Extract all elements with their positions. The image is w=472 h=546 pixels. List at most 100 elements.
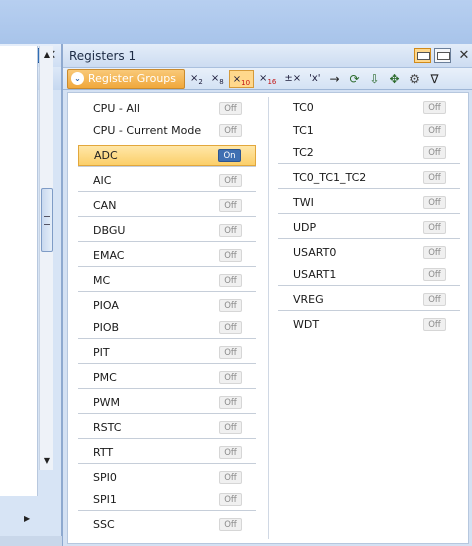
register-group-row[interactable]: EMAC Off <box>78 245 256 266</box>
register-group-row[interactable]: CPU - All Off <box>78 98 256 119</box>
register-group-row[interactable]: PMC Off <box>78 367 256 388</box>
group-toggle[interactable]: Off <box>423 268 446 281</box>
group-toggle[interactable]: Off <box>423 196 446 209</box>
register-group-row[interactable]: MC Off <box>78 270 256 291</box>
register-group-row[interactable]: RTT Off <box>78 442 256 463</box>
group-toggle[interactable]: Off <box>219 371 242 384</box>
group-toggle[interactable]: Off <box>219 224 242 237</box>
register-group-row[interactable]: TWI Off <box>278 192 460 213</box>
group-toggle[interactable]: Off <box>423 171 446 184</box>
register-group-row[interactable]: PWM Off <box>78 392 256 413</box>
register-group-row[interactable]: AIC Off <box>78 170 256 191</box>
group-separator <box>278 163 460 164</box>
refresh-icon[interactable]: ⟳ <box>348 72 362 86</box>
register-group-row[interactable]: SPI0 Off <box>78 467 256 488</box>
group-toggle[interactable]: Off <box>423 318 446 331</box>
group-separator <box>78 510 256 511</box>
register-group-row[interactable]: PIOB Off <box>78 317 256 338</box>
scroll-thumb[interactable] <box>41 188 53 252</box>
group-toggle[interactable]: Off <box>423 246 446 259</box>
register-group-row[interactable]: RSTC Off <box>78 417 256 438</box>
format-decimal-button[interactable]: ×10 <box>228 69 255 88</box>
register-group-label: TC2 <box>293 146 314 159</box>
group-toggle[interactable]: Off <box>219 518 242 531</box>
register-group-row[interactable]: TC0_TC1_TC2 Off <box>278 167 460 188</box>
register-group-label: PIOB <box>93 321 120 334</box>
group-toggle[interactable]: Off <box>219 446 242 459</box>
group-toggle[interactable]: Off <box>219 421 242 434</box>
register-group-row[interactable]: UDP Off <box>278 217 460 238</box>
register-group-label: ADC <box>94 149 118 162</box>
group-toggle[interactable]: Off <box>423 146 446 159</box>
group-toggle[interactable]: Off <box>423 221 446 234</box>
register-group-label: PIOA <box>93 299 119 312</box>
register-group-row[interactable]: USART0 Off <box>278 242 460 263</box>
register-group-row[interactable]: PIOA Off <box>78 295 256 316</box>
register-group-row[interactable]: USART1 Off <box>278 264 460 285</box>
register-group-label: PIT <box>93 346 110 359</box>
settings-icon[interactable]: ⚙ <box>408 72 422 86</box>
group-toggle[interactable]: On <box>218 149 241 162</box>
group-toggle[interactable]: Off <box>219 346 242 359</box>
register-group-row[interactable]: ADC On <box>78 145 256 166</box>
format-char-button[interactable]: 'x' <box>306 70 323 88</box>
layout-single-icon[interactable] <box>414 48 431 63</box>
left-pane-footer <box>0 536 62 546</box>
register-group-label: SPI0 <box>93 471 117 484</box>
group-icon[interactable]: ✥ <box>388 72 402 86</box>
register-group-row[interactable]: TC1 Off <box>278 120 460 141</box>
group-separator <box>78 413 256 414</box>
register-group-row[interactable]: TC2 Off <box>278 142 460 163</box>
register-group-row[interactable]: DBGU Off <box>78 220 256 241</box>
filter-icon[interactable]: ∇ <box>428 72 442 86</box>
format-octal-button[interactable]: ×8 <box>208 70 227 88</box>
group-toggle[interactable]: Off <box>219 396 242 409</box>
register-group-label: VREG <box>293 293 324 306</box>
group-toggle[interactable]: Off <box>219 471 242 484</box>
column-divider <box>268 97 269 539</box>
export-icon[interactable]: ⇩ <box>368 72 382 86</box>
group-toggle[interactable]: Off <box>423 124 446 137</box>
group-toggle[interactable]: Off <box>219 493 242 506</box>
group-toggle[interactable]: Off <box>219 174 242 187</box>
register-group-label: SPI1 <box>93 493 117 506</box>
close-button[interactable]: ✕ <box>456 48 472 63</box>
vertical-scrollbar[interactable]: ▲ ▼ <box>39 46 53 470</box>
register-group-label: AIC <box>93 174 112 187</box>
register-group-label: PMC <box>93 371 117 384</box>
register-group-label: TWI <box>293 196 314 209</box>
register-group-row[interactable]: VREG Off <box>278 289 460 310</box>
register-group-row[interactable]: TC0 Off <box>278 97 460 118</box>
registers-window: Registers 1 ✕ ⌄ Register Groups ×2 ×8 ×1… <box>62 44 472 546</box>
arrow-right-icon[interactable]: → <box>328 72 342 86</box>
group-separator <box>278 238 460 239</box>
group-toggle[interactable]: Off <box>219 124 242 137</box>
register-group-row[interactable]: PIT Off <box>78 342 256 363</box>
format-binary-button[interactable]: ×2 <box>187 70 206 88</box>
register-group-row[interactable]: CAN Off <box>78 195 256 216</box>
register-group-row[interactable]: CPU - Current Mode Off <box>78 120 256 141</box>
group-toggle[interactable]: Off <box>219 249 242 262</box>
register-group-row[interactable]: SPI1 Off <box>78 489 256 510</box>
register-group-label: CPU - Current Mode <box>93 124 202 137</box>
scroll-up-icon[interactable]: ▲ <box>40 48 54 62</box>
group-toggle[interactable]: Off <box>219 199 242 212</box>
left-pane-content <box>0 46 38 496</box>
scroll-right-icon[interactable]: ▶ <box>24 514 30 523</box>
register-group-label: DBGU <box>93 224 126 237</box>
scroll-down-icon[interactable]: ▼ <box>40 454 54 468</box>
register-group-label: RTT <box>93 446 114 459</box>
group-toggle[interactable]: Off <box>219 102 242 115</box>
register-groups-button[interactable]: ⌄ Register Groups <box>67 68 186 89</box>
group-toggle[interactable]: Off <box>219 321 242 334</box>
format-hex-button[interactable]: ×16 <box>256 70 279 88</box>
group-toggle[interactable]: Off <box>423 101 446 114</box>
group-toggle[interactable]: Off <box>423 293 446 306</box>
register-group-row[interactable]: WDT Off <box>278 314 460 335</box>
register-group-row[interactable]: SSC Off <box>78 514 256 535</box>
format-signed-button[interactable]: ±× <box>281 70 304 88</box>
register-group-label: TC0 <box>293 101 314 114</box>
group-toggle[interactable]: Off <box>219 274 242 287</box>
group-toggle[interactable]: Off <box>219 299 242 312</box>
layout-split-icon[interactable] <box>434 48 451 63</box>
